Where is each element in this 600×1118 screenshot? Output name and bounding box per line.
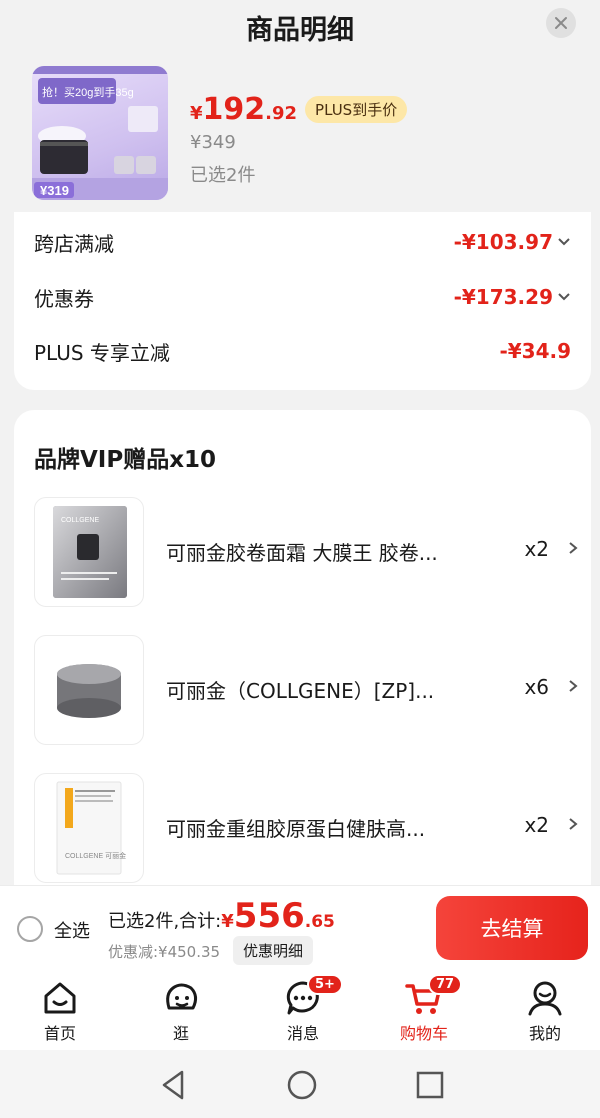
discount-amount: -¥173.29: [453, 285, 553, 309]
chevron-right-icon: [569, 818, 578, 830]
plus-price-tag: PLUS到手价: [305, 96, 408, 123]
discount-label: 优惠券: [34, 286, 94, 311]
bottom-tab-bar: 首页 逛 消息 5+ 购物车 77 我的: [0, 970, 600, 1050]
header: 商品明细: [0, 0, 600, 50]
tab-label: 首页: [43, 1024, 76, 1043]
discount-value: -¥34.9: [499, 339, 571, 363]
back-icon[interactable]: [156, 1068, 190, 1102]
gift-thumbnail: COLLGENE 可丽金: [34, 773, 144, 883]
image-promo-text: 抢！买20g到手35g: [42, 85, 134, 99]
gift-name: 可丽金（COLLGENE）[ZP]...: [166, 679, 435, 703]
gift-thumb-text: COLLGENE: [61, 517, 99, 524]
discount-card: 跨店满减 -¥103.97 优惠券 -¥173.29 PLUS 专享立减 -¥3…: [14, 212, 591, 390]
home-icon: [44, 982, 76, 1014]
product-summary: 抢！买20g到手35g ¥319 ¥ 192 .92 PLUS到手价 ¥349 …: [0, 66, 600, 216]
tab-profile[interactable]: 我的: [505, 978, 585, 1048]
selected-count: 已选2件: [190, 165, 256, 186]
gift-item[interactable]: 可丽金（COLLGENE）[ZP]... x6: [34, 635, 579, 747]
chevron-down-icon: [558, 293, 570, 301]
system-navigation-bar: [0, 1050, 600, 1118]
price-currency: ¥: [190, 103, 203, 124]
discount-row-cross-store[interactable]: 跨店满减 -¥103.97: [34, 227, 571, 257]
price-decimal: .92: [265, 103, 298, 124]
gift-thumbnail: COLLGENE: [34, 497, 144, 607]
saved-amount: 优惠减:¥450.35: [108, 943, 221, 961]
close-icon: [555, 17, 567, 29]
gift-quantity: x6: [524, 675, 549, 699]
price-integer: 192: [202, 92, 266, 127]
discount-row-coupon[interactable]: 优惠券 -¥173.29: [34, 282, 571, 312]
gift-section-title: 品牌VIP赠品x10: [34, 447, 217, 473]
total-line: 已选2件,合计: ¥ 556 .65: [108, 896, 335, 936]
chevron-right-icon: [569, 680, 578, 692]
tab-label: 购物车: [399, 1024, 448, 1043]
tab-home[interactable]: 首页: [20, 978, 100, 1048]
explore-icon: [166, 983, 198, 1010]
gift-quantity: x2: [524, 813, 549, 837]
discount-label: PLUS 专享立减: [34, 340, 170, 365]
cart-badge: 77: [428, 974, 463, 995]
gift-item[interactable]: COLLGENE 可丽金胶卷面霜 大膜王 胶卷... x2: [34, 497, 579, 609]
discount-value: -¥103.97: [454, 230, 571, 254]
select-all-radio[interactable]: [17, 916, 43, 942]
tab-label: 消息: [286, 1024, 319, 1043]
recent-apps-icon[interactable]: [413, 1068, 447, 1102]
discount-detail-button[interactable]: 优惠明细: [233, 936, 314, 965]
total-decimal: .65: [304, 912, 335, 932]
total-integer: 556: [233, 896, 305, 936]
gift-image-sachet: COLLGENE: [53, 506, 127, 598]
checkout-bar: 全选 已选2件,合计: ¥ 556 .65 优惠减:¥450.35 优惠明细 去…: [0, 885, 600, 970]
page-title: 商品明细: [246, 15, 354, 46]
discount-label: 跨店满减: [34, 231, 114, 256]
gift-name: 可丽金胶卷面霜 大膜王 胶卷...: [166, 541, 438, 565]
tab-messages[interactable]: 消息 5+: [263, 974, 343, 1048]
gift-card: 品牌VIP赠品x10 COLLGENE 可丽金胶卷面霜 大膜王 胶卷... x2: [14, 410, 591, 910]
gift-name: 可丽金重组胶原蛋白健肤高...: [166, 817, 426, 841]
discount-amount: -¥103.97: [453, 230, 553, 254]
image-price: ¥319: [40, 183, 69, 198]
close-button[interactable]: [546, 8, 576, 38]
chevron-down-icon: [558, 238, 570, 246]
home-circle-icon[interactable]: [285, 1068, 319, 1102]
chevron-right-icon: [569, 542, 578, 554]
tab-label: 逛: [172, 1024, 189, 1043]
price-row: ¥ 192 .92 PLUS到手价: [190, 92, 408, 127]
gift-thumb-text: COLLGENE 可丽金: [65, 851, 126, 860]
gift-image-mask: COLLGENE 可丽金: [56, 781, 126, 875]
discount-amount: -¥34.9: [499, 339, 571, 363]
gift-quantity: x2: [524, 537, 549, 561]
message-badge: 5+: [307, 974, 343, 995]
profile-icon: [528, 981, 562, 1016]
tab-cart[interactable]: 购物车 77: [384, 974, 464, 1048]
checkout-button[interactable]: 去结算: [436, 896, 588, 960]
gift-item[interactable]: COLLGENE 可丽金 可丽金重组胶原蛋白健肤高... x2: [34, 773, 579, 885]
total-currency: ¥: [221, 911, 234, 932]
select-all-label[interactable]: 全选: [54, 917, 90, 943]
product-image[interactable]: 抢！买20g到手35g ¥319: [32, 66, 168, 200]
total-label: 已选2件,合计:: [108, 911, 222, 932]
discount-value: -¥173.29: [454, 285, 571, 309]
product-photo: 抢！买20g到手35g ¥319: [32, 66, 168, 200]
gift-thumbnail: [34, 635, 144, 745]
tab-label: 我的: [528, 1024, 561, 1043]
tab-explore[interactable]: 逛: [141, 978, 221, 1048]
discount-row-plus: PLUS 专享立减 -¥34.9: [34, 336, 571, 366]
gift-image-jar: [57, 664, 121, 718]
original-price: ¥349: [190, 132, 236, 153]
